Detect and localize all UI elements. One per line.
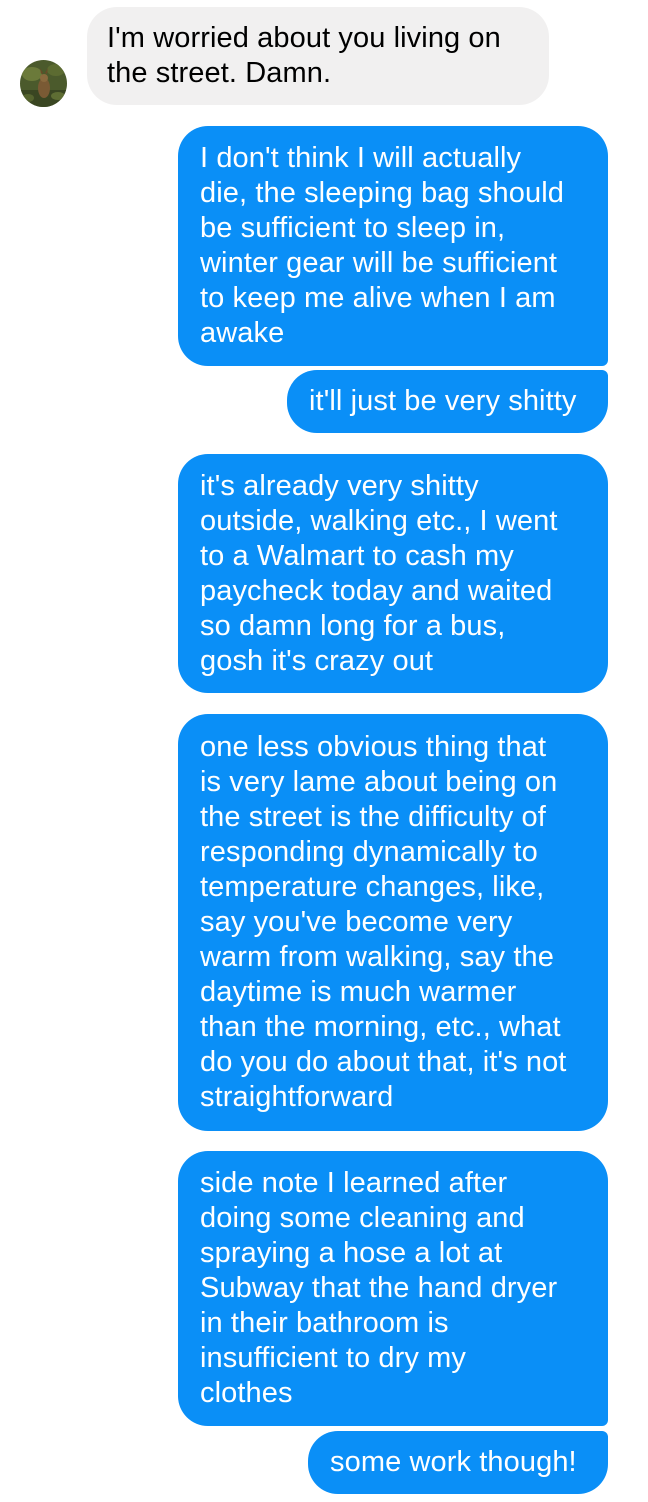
message-bubble-outgoing[interactable]: some work though! <box>308 1431 608 1494</box>
message-bubble-outgoing[interactable]: I don't think I will actually die, the s… <box>178 126 608 366</box>
message-text: I'm worried about you living on the stre… <box>107 22 501 89</box>
contact-avatar[interactable] <box>20 60 67 107</box>
message-bubble-outgoing[interactable]: it's already very shitty outside, walkin… <box>178 454 608 693</box>
message-text: it's already very shitty outside, walkin… <box>200 469 558 677</box>
message-bubble-outgoing[interactable]: one less obvious thing that is very lame… <box>178 714 608 1131</box>
message-text: some work though! <box>330 1446 577 1478</box>
message-text: it'll just be very shitty <box>309 385 577 417</box>
contact-avatar-photo-icon <box>20 60 67 107</box>
message-bubble-outgoing[interactable]: it'll just be very shitty <box>287 370 608 433</box>
message-bubble-incoming[interactable]: I'm worried about you living on the stre… <box>87 7 549 105</box>
message-thread[interactable]: I'm worried about you living on the stre… <box>0 0 648 1502</box>
message-bubble-outgoing[interactable]: side note I learned after doing some cle… <box>178 1151 608 1426</box>
message-text: I don't think I will actually die, the s… <box>200 142 564 349</box>
message-text: one less obvious thing that is very lame… <box>200 731 567 1113</box>
message-text: side note I learned after doing some cle… <box>200 1167 558 1409</box>
